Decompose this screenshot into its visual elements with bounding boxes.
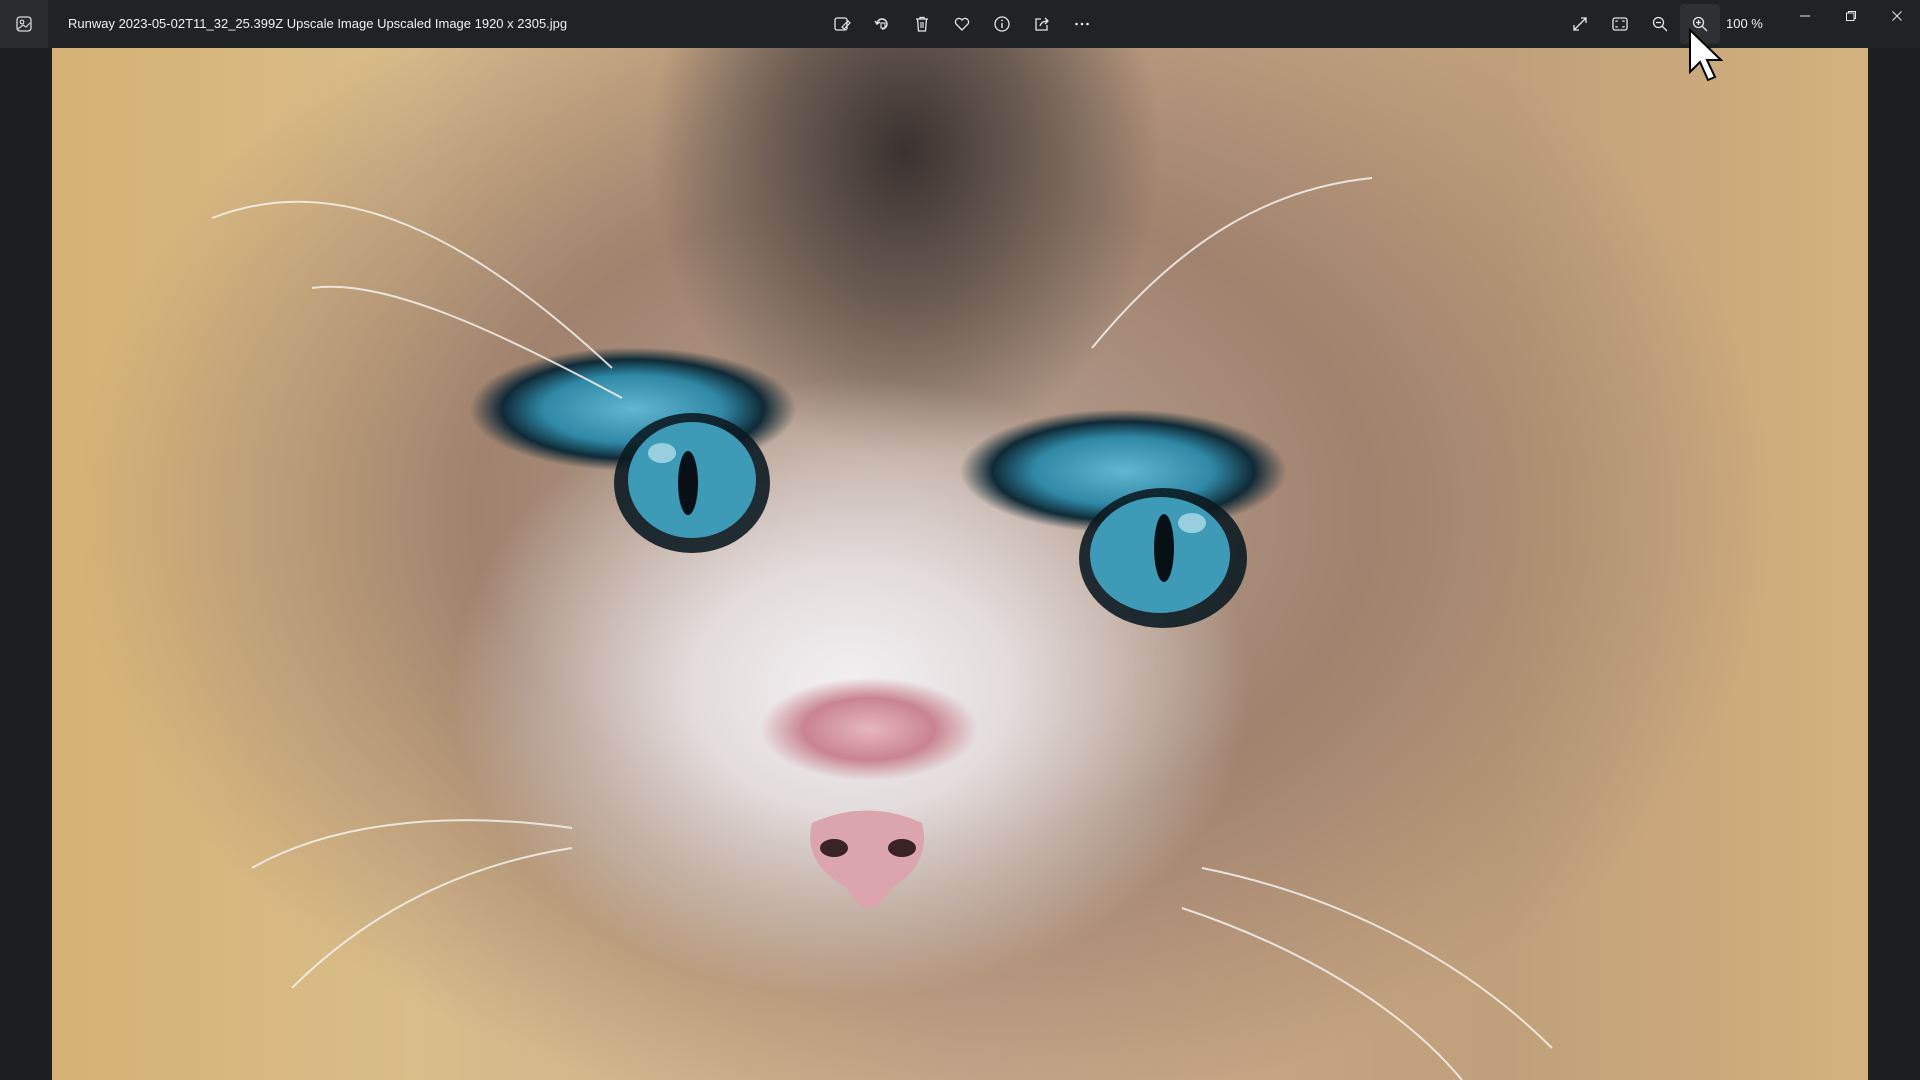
image-toolbar: [822, 4, 1102, 44]
share-icon: [1035, 17, 1049, 31]
title-bar: Runway 2023-05-02T11_32_25.399Z Upscale …: [0, 0, 1920, 48]
cat-photo: [211, 177, 1553, 1080]
zoom-level[interactable]: 100 %: [1726, 0, 1763, 48]
restore-icon: [1846, 11, 1856, 21]
close-button[interactable]: [1874, 0, 1920, 32]
minimize-button[interactable]: [1782, 0, 1828, 32]
edit-image-button[interactable]: [822, 4, 862, 44]
fit-window-icon: [1612, 17, 1628, 31]
minimize-icon: [1800, 15, 1810, 17]
delete-button[interactable]: [902, 4, 942, 44]
more-options-button[interactable]: [1062, 4, 1102, 44]
restore-button[interactable]: [1828, 0, 1874, 32]
trash-icon: [916, 16, 928, 32]
image-canvas[interactable]: [52, 48, 1868, 1080]
close-icon: [1892, 11, 1902, 21]
window-controls: [1782, 0, 1920, 32]
fullscreen-icon: [1573, 17, 1587, 31]
fullscreen-button[interactable]: [1560, 4, 1600, 44]
more-icon: [1075, 22, 1089, 26]
mouse-cursor-icon: [1689, 28, 1724, 82]
file-name: Runway 2023-05-02T11_32_25.399Z Upscale …: [68, 16, 568, 31]
rotate-icon: [874, 18, 888, 30]
photos-app-button[interactable]: [0, 0, 48, 48]
rotate-button[interactable]: [862, 4, 902, 44]
zoom-out-button[interactable]: [1640, 4, 1680, 44]
heart-icon: [954, 17, 970, 31]
file-info-button[interactable]: [982, 4, 1022, 44]
info-icon: [994, 16, 1010, 32]
share-button[interactable]: [1022, 4, 1062, 44]
favorite-button[interactable]: [942, 4, 982, 44]
fit-window-button[interactable]: [1600, 4, 1640, 44]
photos-app-icon: [16, 16, 32, 32]
zoom-out-icon: [1652, 16, 1668, 32]
edit-image-icon: [834, 17, 851, 31]
